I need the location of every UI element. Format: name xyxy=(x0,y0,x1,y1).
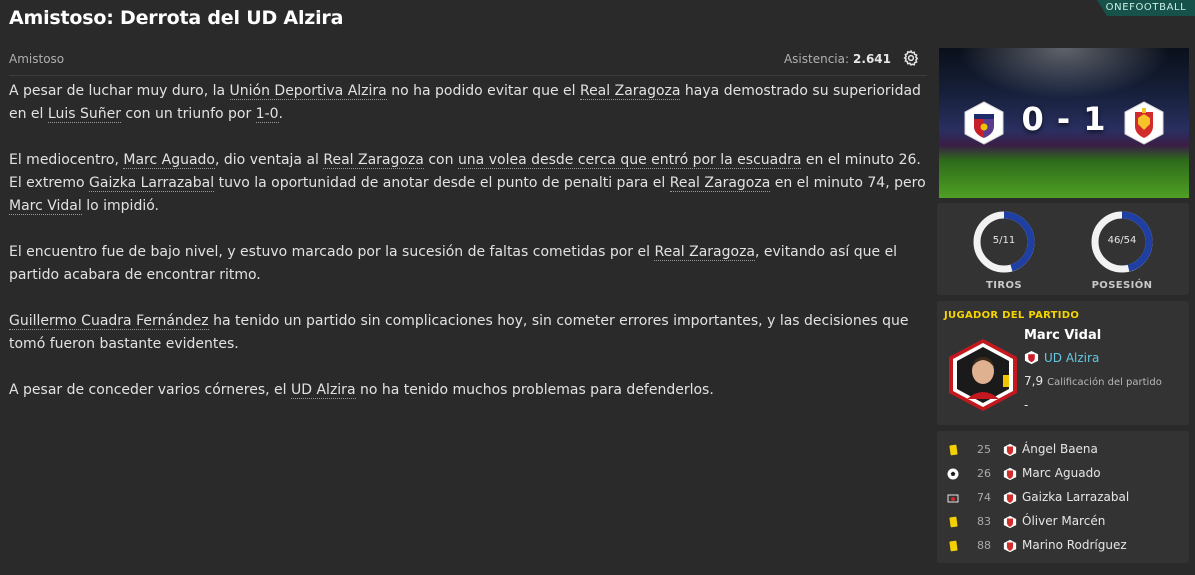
team-link[interactable]: Real Zaragoza xyxy=(669,175,771,192)
potm-team-link[interactable]: UD Alzira xyxy=(1024,350,1099,365)
potm-name[interactable]: Marc Vidal xyxy=(1024,328,1101,343)
team-link[interactable]: Real Zaragoza xyxy=(579,83,681,100)
yellow-card-icon xyxy=(947,540,959,552)
event-row[interactable]: 74 Gaizka Larrazabal xyxy=(937,486,1189,510)
real-zaragoza-crest-icon xyxy=(1003,467,1017,481)
shots-label: TIROS xyxy=(986,280,1022,291)
team-link[interactable]: Real Zaragoza xyxy=(654,244,755,261)
potm-rating-value: 7,9 xyxy=(1024,374,1044,388)
report-paragraph: A pesar de conceder varios córneres, el … xyxy=(9,382,714,399)
potm-team-name: UD Alzira xyxy=(1044,350,1100,365)
attendance-label: Asistencia: xyxy=(783,52,850,66)
report-paragraph: El mediocentro, Marc Aguado, dio ventaja… xyxy=(9,152,926,215)
possession-value: 46/54 xyxy=(1107,235,1137,246)
event-row[interactable]: 88 Marino Rodríguez xyxy=(937,534,1189,558)
real-zaragoza-crest-icon[interactable] xyxy=(1121,100,1167,146)
real-zaragoza-crest-icon xyxy=(1003,515,1017,529)
real-zaragoza-crest-icon xyxy=(1003,443,1017,457)
event-minute: 25 xyxy=(977,443,991,456)
yellow-card-icon xyxy=(947,516,959,528)
potm-heading: JUGADOR DEL PARTIDO xyxy=(944,310,1080,321)
brand-tag: ONEFOOTBALL xyxy=(1097,0,1195,16)
event-player[interactable]: Marino Rodríguez xyxy=(1022,538,1127,552)
event-row[interactable]: 83 Óliver Marcén xyxy=(937,510,1189,534)
report-paragraph: Guillermo Cuadra Fernández ha tenido un … xyxy=(9,313,909,352)
possession-stat[interactable]: 46/54 POSESIÓN xyxy=(1087,207,1157,291)
player-photo[interactable] xyxy=(945,337,1021,413)
team-link[interactable]: Real Zaragoza xyxy=(323,152,424,169)
match-report: A pesar de luchar muy duro, la Unión Dep… xyxy=(9,80,927,425)
event-minute: 83 xyxy=(977,515,991,528)
match-events-panel: 25 Ángel Baena 26 Marc Aguado 74 Gaizka … xyxy=(937,431,1189,563)
team-link[interactable]: Unión Deportiva Alzira xyxy=(229,83,387,100)
real-zaragoza-crest-icon xyxy=(1003,539,1017,553)
missed-penalty-icon xyxy=(947,492,959,504)
team-link[interactable]: UD Alzira xyxy=(291,382,356,399)
referee-link[interactable]: Guillermo Cuadra Fernández xyxy=(9,313,209,330)
match-stats-panel: 5/11 TIROS 46/54 POSESIÓN xyxy=(937,203,1189,295)
event-minute: 88 xyxy=(977,539,991,552)
score-link[interactable]: 1-0 xyxy=(255,106,279,123)
player-link[interactable]: Gaizka Larrazabal xyxy=(89,175,215,192)
shots-value: 5/11 xyxy=(992,235,1016,246)
event-player[interactable]: Gaizka Larrazabal xyxy=(1022,490,1129,504)
match-info-bar: Amistoso Asistencia: 2.641 xyxy=(9,48,927,76)
event-player[interactable]: Óliver Marcén xyxy=(1022,514,1105,528)
player-of-the-match-panel[interactable]: JUGADOR DEL PARTIDO Marc Vidal UD Alzira… xyxy=(937,301,1189,425)
report-paragraph: El encuentro fue de bajo nivel, y estuvo… xyxy=(9,244,898,283)
event-minute: 74 xyxy=(977,491,991,504)
real-zaragoza-crest-icon xyxy=(1003,491,1017,505)
ud-alzira-crest-icon xyxy=(1024,350,1039,365)
potm-rating: 7,9 Calificación del partido xyxy=(1024,374,1162,388)
goal-ball-icon xyxy=(947,468,959,480)
gear-icon[interactable] xyxy=(901,48,921,68)
possession-label: POSESIÓN xyxy=(1091,280,1153,291)
event-row[interactable]: 26 Marc Aguado xyxy=(937,462,1189,486)
page-title: Amistoso: Derrota del UD Alzira xyxy=(9,7,344,29)
event-minute: 26 xyxy=(977,467,991,480)
shots-stat[interactable]: 5/11 TIROS xyxy=(969,207,1039,291)
potm-extra: - xyxy=(1024,398,1029,412)
scoreboard: 0 - 1 xyxy=(939,48,1189,198)
competition-label: Amistoso xyxy=(9,52,65,66)
attendance-value: 2.641 xyxy=(853,52,891,66)
event-player[interactable]: Ángel Baena xyxy=(1022,442,1098,456)
report-paragraph: A pesar de luchar muy duro, la Unión Dep… xyxy=(9,83,921,123)
player-link[interactable]: Marc Vidal xyxy=(9,198,82,215)
yellow-card-icon xyxy=(947,444,959,456)
potm-rating-label: Calificación del partido xyxy=(1047,377,1162,388)
player-link[interactable]: Marc Aguado xyxy=(123,152,215,169)
goal-highlight-link[interactable]: una volea desde cerca que entró por la e… xyxy=(457,152,802,169)
attendance: Asistencia: 2.641 xyxy=(784,52,891,66)
event-player[interactable]: Marc Aguado xyxy=(1022,466,1101,480)
event-row[interactable]: 25 Ángel Baena xyxy=(937,438,1189,462)
stadium-link[interactable]: Luis Suñer xyxy=(47,106,121,123)
stadium-lights xyxy=(939,48,1189,108)
